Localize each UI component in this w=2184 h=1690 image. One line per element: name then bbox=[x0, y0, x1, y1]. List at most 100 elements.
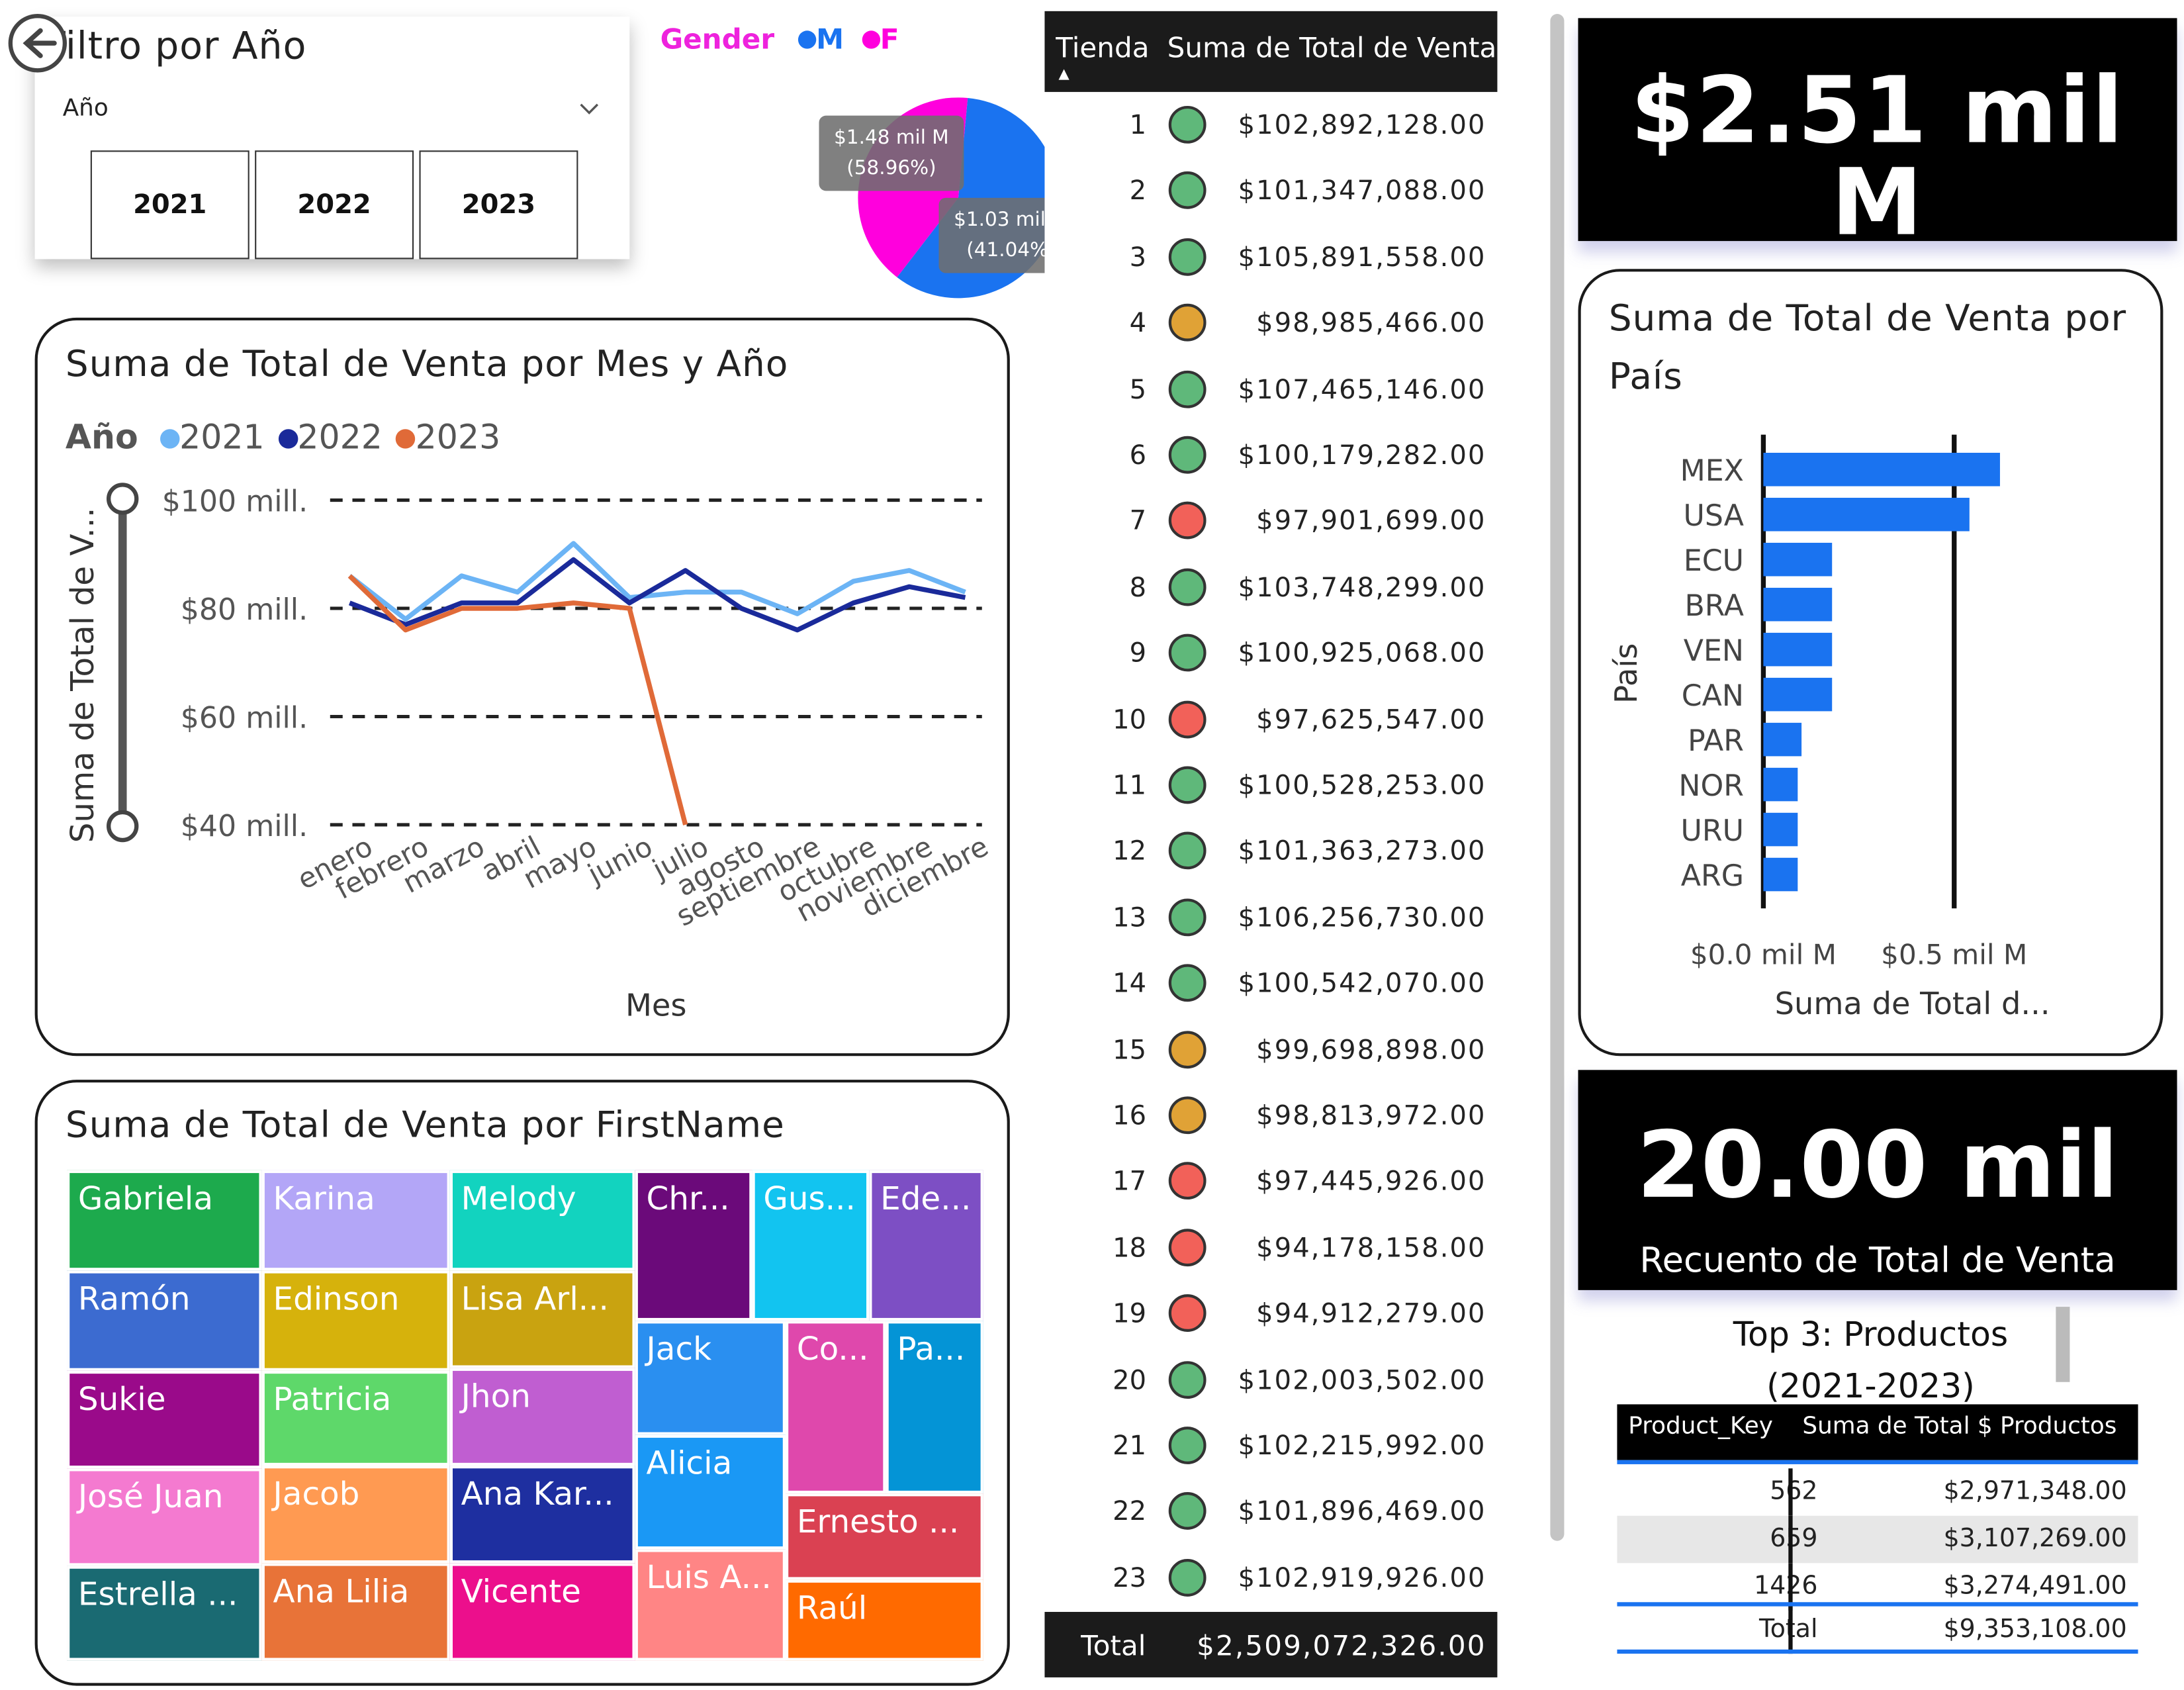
treemap-tile[interactable]: José Juan bbox=[67, 1468, 262, 1566]
treemap-tile[interactable]: Raúl bbox=[785, 1579, 983, 1661]
table-row[interactable]: 7 $97,901,699.00 bbox=[1044, 490, 1497, 555]
store-id: 4 bbox=[1129, 308, 1147, 339]
table-row[interactable]: 2 $101,347,088.00 bbox=[1044, 160, 1497, 225]
treemap-tile[interactable]: Jhon bbox=[449, 1368, 635, 1466]
treemap-tile[interactable]: Estrella ... bbox=[67, 1566, 262, 1661]
bar-MEX[interactable] bbox=[1763, 452, 2000, 487]
status-indicator bbox=[1168, 238, 1206, 276]
y-tick-label: ECU bbox=[1684, 544, 1744, 578]
store-id: 17 bbox=[1113, 1166, 1147, 1197]
gender-legend: Gender M F bbox=[660, 23, 899, 56]
table-row[interactable]: 18 $94,178,158.00 bbox=[1044, 1216, 1497, 1282]
status-indicator bbox=[1168, 1030, 1206, 1068]
treemap-tile[interactable]: Chr... bbox=[635, 1170, 752, 1321]
store-id: 15 bbox=[1113, 1034, 1147, 1066]
table-row[interactable]: 10 $97,625,547.00 bbox=[1044, 688, 1497, 753]
bar-USA[interactable] bbox=[1763, 497, 1970, 532]
y-tick-label: CAN bbox=[1682, 679, 1744, 713]
table-row[interactable]: 20 $102,003,502.00 bbox=[1044, 1348, 1497, 1413]
treemap-tile[interactable]: Gus... bbox=[752, 1170, 870, 1321]
bar-CAN[interactable] bbox=[1763, 677, 1833, 712]
treemap-tile[interactable]: Jack bbox=[635, 1321, 786, 1435]
table-row[interactable]: 13 $106,256,730.00 bbox=[1044, 886, 1497, 951]
header-suma-venta[interactable]: Suma de Total de Venta bbox=[1167, 30, 1497, 64]
table-row[interactable]: 8 $103,748,299.00 bbox=[1044, 555, 1497, 621]
table-row[interactable]: 22 $101,896,469.00 bbox=[1044, 1480, 1497, 1546]
year-button-2021[interactable]: 2021 bbox=[90, 150, 250, 259]
column-divider bbox=[1788, 1606, 1793, 1654]
treemap-tile[interactable]: Melody bbox=[449, 1170, 635, 1271]
product-row-2[interactable]: 659 $3,107,269.00 bbox=[1617, 1515, 2138, 1564]
treemap-tile[interactable]: Gabriela bbox=[67, 1170, 262, 1271]
legend-dot-f bbox=[862, 30, 880, 49]
table-row[interactable]: 5 $107,465,146.00 bbox=[1044, 357, 1497, 423]
table-row[interactable]: 6 $100,179,282.00 bbox=[1044, 424, 1497, 489]
year-button-2022[interactable]: 2022 bbox=[255, 150, 414, 259]
pie-label-m-value: $1.48 mil M bbox=[834, 126, 949, 150]
header-tienda[interactable]: Tienda bbox=[1056, 30, 1149, 64]
store-id: 12 bbox=[1113, 836, 1147, 867]
header-product-sum[interactable]: Suma de Total $ Productos bbox=[1802, 1413, 2116, 1440]
slicer-dropdown[interactable]: Año bbox=[54, 89, 606, 131]
table-row[interactable]: 4 $98,985,466.00 bbox=[1044, 291, 1497, 357]
treemap-tile[interactable]: Pa... bbox=[886, 1321, 983, 1494]
table-row[interactable]: 16 $98,813,972.00 bbox=[1044, 1084, 1497, 1149]
status-indicator bbox=[1168, 304, 1206, 342]
treemap-tile[interactable]: Edinson bbox=[261, 1270, 450, 1371]
header-product-key[interactable]: Product_Key bbox=[1628, 1413, 1773, 1440]
table-row[interactable]: 17 $97,445,926.00 bbox=[1044, 1150, 1497, 1215]
store-sales-value: $99,698,898.00 bbox=[1256, 1034, 1486, 1066]
status-indicator bbox=[1168, 1294, 1206, 1333]
table-row[interactable]: 12 $101,363,273.00 bbox=[1044, 820, 1497, 885]
treemap-tile[interactable]: Sukie bbox=[67, 1370, 262, 1469]
status-indicator bbox=[1168, 1558, 1206, 1597]
treemap-tile[interactable]: Ede... bbox=[869, 1170, 983, 1321]
table-row[interactable]: 21 $102,215,992.00 bbox=[1044, 1414, 1497, 1479]
y-tick-label: $80 mill. bbox=[181, 593, 308, 627]
table-row[interactable]: 23 $102,919,926.00 bbox=[1044, 1546, 1497, 1612]
slider-handle-top[interactable] bbox=[107, 483, 139, 515]
products-bottom-border bbox=[1617, 1649, 2138, 1654]
treemap-tile[interactable]: Alicia bbox=[635, 1434, 786, 1550]
bar-URU[interactable] bbox=[1763, 812, 1798, 847]
slider-handle-bottom[interactable] bbox=[107, 810, 139, 843]
treemap-tile[interactable]: Patricia bbox=[261, 1370, 450, 1466]
treemap-tile[interactable]: Jacob bbox=[261, 1466, 450, 1564]
treemap-tile[interactable]: Lisa Arl... bbox=[449, 1270, 635, 1368]
table-row[interactable]: 14 $100,542,070.00 bbox=[1044, 952, 1497, 1017]
product-value: $3,107,269.00 bbox=[1943, 1524, 2127, 1554]
table-row[interactable]: 3 $105,891,558.00 bbox=[1044, 226, 1497, 291]
treemap-tile[interactable]: Ernesto ... bbox=[785, 1493, 983, 1580]
bar-PAR[interactable] bbox=[1763, 722, 1802, 757]
kpi-count-label: Recuento de Total de Venta bbox=[1639, 1240, 2116, 1281]
products-scrollbar[interactable] bbox=[2056, 1307, 2070, 1382]
treemap-tile[interactable]: Karina bbox=[261, 1170, 450, 1271]
year-button-2023[interactable]: 2023 bbox=[419, 150, 578, 259]
treemap-tile[interactable]: Ana Kar... bbox=[449, 1466, 635, 1564]
treemap-tile[interactable]: Vicente bbox=[449, 1563, 635, 1661]
product-row-1[interactable]: 562 $2,971,348.00 bbox=[1617, 1468, 2138, 1516]
legend-label-2021: 2021 bbox=[179, 418, 265, 457]
store-sales-value: $102,892,128.00 bbox=[1238, 110, 1486, 141]
bar-ECU[interactable] bbox=[1763, 542, 1833, 577]
bar-VEN[interactable] bbox=[1763, 632, 1833, 667]
treemap-tile[interactable]: Co... bbox=[785, 1321, 886, 1494]
table-row[interactable]: 15 $99,698,898.00 bbox=[1044, 1018, 1497, 1084]
treemap-tile[interactable]: Ana Lilia bbox=[261, 1563, 450, 1661]
bar-BRA[interactable] bbox=[1763, 587, 1833, 622]
store-sales-value: $105,891,558.00 bbox=[1238, 242, 1486, 273]
page-scrollbar[interactable] bbox=[1550, 14, 1565, 1541]
store-id: 20 bbox=[1113, 1364, 1147, 1395]
table-row[interactable]: 9 $100,925,068.00 bbox=[1044, 622, 1497, 687]
treemap-tile[interactable]: Luis A... bbox=[635, 1549, 786, 1661]
table-row[interactable]: 11 $100,528,253.00 bbox=[1044, 754, 1497, 820]
back-button[interactable] bbox=[8, 14, 68, 73]
y-tick-label: NOR bbox=[1678, 769, 1744, 803]
bar-ARG[interactable] bbox=[1763, 857, 1798, 892]
table-row[interactable]: 1 $102,892,128.00 bbox=[1044, 93, 1497, 159]
bar-NOR[interactable] bbox=[1763, 767, 1798, 802]
treemap-tile[interactable]: Ramón bbox=[67, 1270, 262, 1371]
table-row[interactable]: 19 $94,912,279.00 bbox=[1044, 1282, 1497, 1348]
store-id: 22 bbox=[1113, 1497, 1147, 1528]
store-id: 23 bbox=[1113, 1562, 1147, 1594]
